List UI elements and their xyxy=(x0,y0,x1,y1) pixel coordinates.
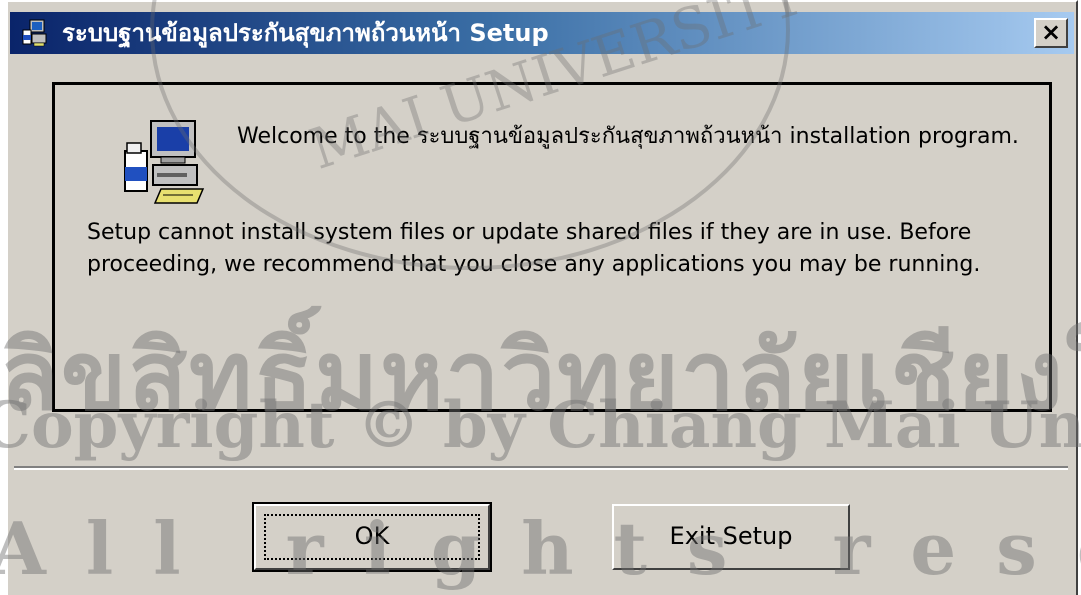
window-title: ระบบฐานข้อมูลประกันสุขภาพถ้วนหน้า Setup xyxy=(62,19,549,47)
exit-setup-label: Exit Setup xyxy=(669,522,793,550)
exit-setup-button[interactable]: Exit Setup xyxy=(612,504,850,570)
separator-highlight xyxy=(14,468,1068,470)
welcome-panel: Welcome to the ระบบฐานข้อมูลประกันสุขภาพ… xyxy=(52,82,1052,412)
welcome-text: Welcome to the ระบบฐานข้อมูลประกันสุขภาพ… xyxy=(237,124,1019,149)
ok-label: OK xyxy=(354,522,390,550)
notice-text: Setup cannot install system files or upd… xyxy=(87,220,981,277)
setup-dialog: ระบบฐานข้อมูลประกันสุขภาพถ้วนหน้า Setup … xyxy=(6,0,1078,595)
title-bar[interactable]: ระบบฐานข้อมูลประกันสุขภาพถ้วนหน้า Setup … xyxy=(10,12,1074,54)
ok-button[interactable]: OK xyxy=(252,502,492,572)
computer-setup-icon xyxy=(124,120,205,204)
setup-icon xyxy=(22,19,47,47)
close-button[interactable]: × xyxy=(1034,18,1068,48)
close-icon: × xyxy=(1040,18,1062,46)
